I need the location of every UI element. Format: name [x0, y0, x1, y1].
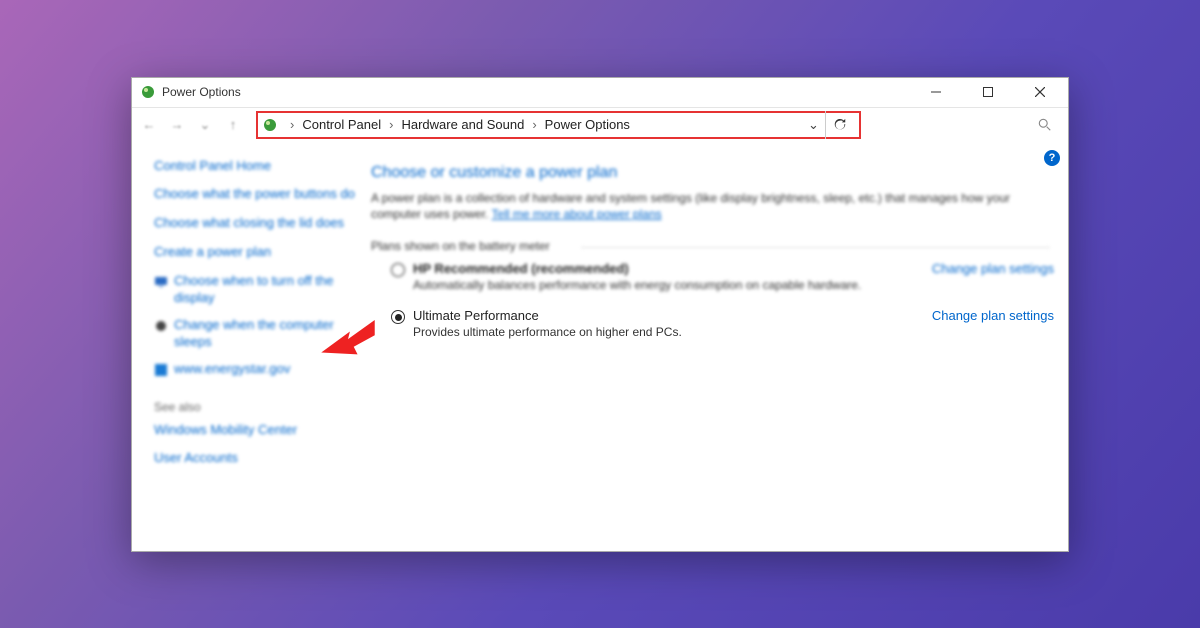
description-text: A power plan is a collection of hardware…	[371, 191, 1010, 222]
display-icon	[154, 275, 168, 289]
breadcrumb-item[interactable]: Hardware and Sound	[399, 117, 526, 132]
breadcrumb-item[interactable]: Control Panel	[300, 117, 383, 132]
plan-description: Automatically balances performance with …	[413, 278, 932, 292]
power-options-window: Power Options ← → ⌄ ↑ › Control Panel › …	[131, 77, 1069, 552]
plan-name: Ultimate Performance	[413, 308, 932, 323]
group-label: Plans shown on the battery meter	[371, 235, 1054, 253]
breadcrumb-icon	[262, 117, 278, 133]
power-plan-option: Ultimate Performance Provides ultimate p…	[371, 308, 1054, 339]
forward-button[interactable]: →	[166, 114, 188, 136]
search-icon	[1038, 118, 1052, 132]
maximize-button[interactable]	[968, 78, 1008, 106]
minimize-button[interactable]	[916, 78, 956, 106]
radio-button[interactable]	[391, 263, 405, 277]
learn-more-link[interactable]: Tell me more about power plans	[492, 207, 662, 221]
radio-button[interactable]	[391, 310, 405, 324]
change-plan-settings-link[interactable]: Change plan settings	[932, 308, 1054, 323]
page-description: A power plan is a collection of hardware…	[371, 190, 1054, 224]
refresh-button[interactable]	[825, 111, 855, 139]
main-area: Control Panel Home Choose what the power…	[132, 142, 1068, 551]
up-button[interactable]: ↑	[222, 114, 244, 136]
sidebar-link[interactable]: www.energystar.gov	[174, 361, 290, 378]
sidebar-home-link[interactable]: Control Panel Home	[154, 158, 355, 175]
power-plan-option: HP Recommended (recommended) Automatical…	[371, 261, 1054, 292]
search-input[interactable]	[867, 118, 1062, 132]
energystar-icon	[154, 363, 168, 377]
sidebar-link[interactable]: Choose what closing the lid does	[154, 215, 355, 232]
sleep-icon	[154, 319, 168, 333]
chevron-right-icon: ›	[290, 117, 294, 132]
recent-button[interactable]: ⌄	[194, 114, 216, 136]
sidebar-link[interactable]: Change when the computer sleeps	[174, 317, 355, 351]
change-plan-settings-link[interactable]: Change plan settings	[932, 261, 1054, 276]
close-button[interactable]	[1020, 78, 1060, 106]
window-controls	[916, 78, 1060, 106]
plan-description: Provides ultimate performance on higher …	[413, 325, 932, 339]
chevron-down-icon[interactable]: ⌄	[808, 117, 819, 133]
back-button[interactable]: ←	[138, 114, 160, 136]
plan-name: HP Recommended (recommended)	[413, 261, 932, 276]
sidebar: Control Panel Home Choose what the power…	[132, 142, 367, 551]
page-heading: Choose or customize a power plan	[371, 164, 1054, 182]
chevron-right-icon: ›	[389, 117, 393, 132]
titlebar: Power Options	[132, 78, 1068, 108]
see-also-link[interactable]: Windows Mobility Center	[154, 422, 355, 439]
app-icon	[140, 84, 156, 100]
window-title: Power Options	[162, 85, 241, 99]
content-area: ? Choose or customize a power plan A pow…	[367, 142, 1068, 551]
chevron-right-icon: ›	[532, 117, 536, 132]
see-also-label: See also	[154, 400, 355, 414]
breadcrumb-item[interactable]: Power Options	[543, 117, 632, 132]
sidebar-link[interactable]: Choose what the power buttons do	[154, 186, 355, 203]
breadcrumb[interactable]: › Control Panel › Hardware and Sound › P…	[256, 111, 861, 139]
nav-toolbar: ← → ⌄ ↑ › Control Panel › Hardware and S…	[132, 108, 1068, 142]
sidebar-link[interactable]: Create a power plan	[154, 244, 355, 261]
sidebar-link[interactable]: Choose when to turn off the display	[174, 273, 355, 307]
see-also-link[interactable]: User Accounts	[154, 450, 355, 467]
